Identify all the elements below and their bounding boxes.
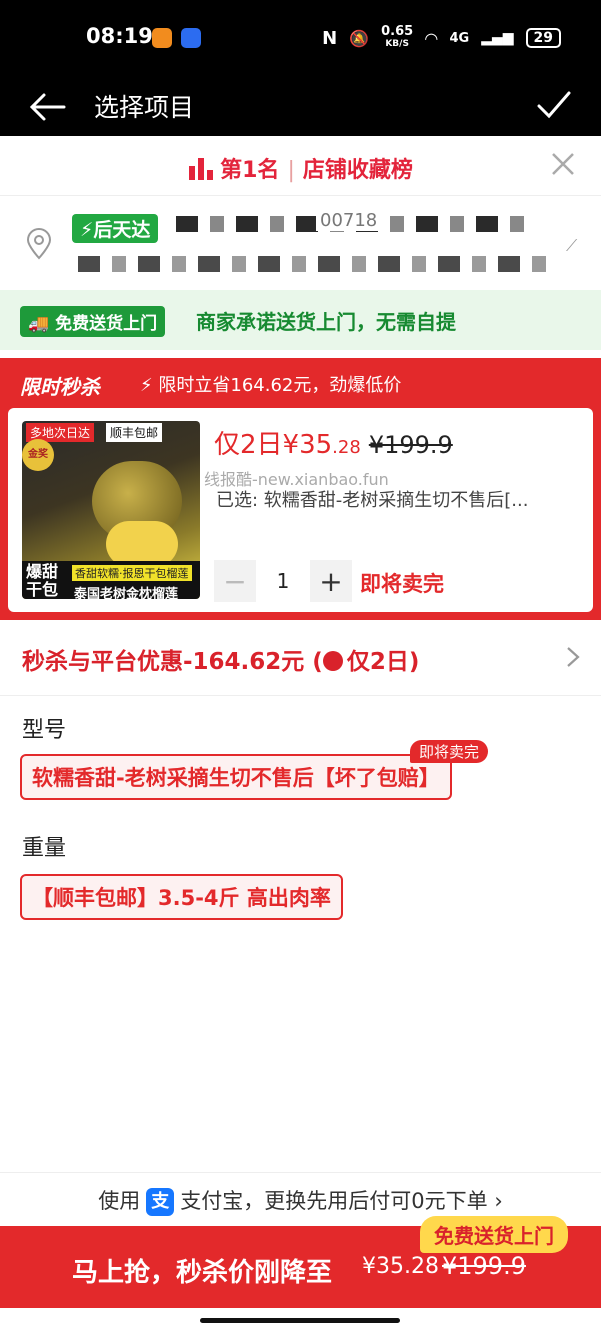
free-delivery-bar: 🚚 免费送货上门 商家承诺送货上门，无需自提 (0, 290, 601, 350)
product-card: 多地次日达 顺丰包邮 金奖 爆甜干包 香甜软糯·报恩干包榴莲 泰国老树金枕榴莲 … (8, 408, 593, 612)
mute-icon: 🔕 (349, 28, 370, 48)
rank-position: 第1名 (220, 158, 280, 183)
alipay-icon: 支 (146, 1188, 175, 1216)
minus-button[interactable]: − (214, 560, 256, 602)
product-image[interactable]: 多地次日达 顺丰包邮 金奖 爆甜干包 香甜软糯·报恩干包榴莲 泰国老树金枕榴莲 (22, 421, 200, 599)
free-delivery-badge: 🚚 免费送货上门 (20, 306, 166, 337)
nfc-icon: N (322, 27, 338, 49)
system-nav-bar (0, 1308, 601, 1334)
option-soldout-badge: 即将卖完 (410, 740, 489, 763)
close-icon[interactable] (550, 151, 576, 177)
home-indicator[interactable] (200, 1318, 400, 1323)
chevron-right-icon (567, 647, 580, 667)
battery-icon: 29 (525, 28, 561, 48)
buy-label: 马上抢，秒杀价刚降至 (72, 1258, 333, 1288)
flash-sale-section: 限时秒杀 ⚡ 限时立省164.62元，劲爆低价 多地次日达 顺丰包邮 金奖 爆甜… (0, 358, 601, 620)
selected-variant: 已选: 软糯香甜-老树采摘生切不售后[... (216, 490, 529, 511)
free-delivery-chip: 免费送货上门 (420, 1216, 568, 1253)
quantity-stepper: − 1 + (214, 560, 352, 602)
discount-row[interactable]: 秒杀与平台优惠-164.62元 (仅2日) (0, 620, 601, 696)
network-speed: 0.65 KB/S (381, 24, 414, 49)
buy-original-price: ¥199.9 (442, 1252, 526, 1280)
location-pin-icon (26, 228, 52, 260)
rank-banner[interactable]: 第1名 | 店铺收藏榜 (0, 146, 601, 190)
baidu-notification-icon (181, 28, 201, 48)
original-price: ¥199.9 (368, 431, 453, 459)
buy-now-button[interactable]: 免费送货上门 马上抢，秒杀价刚降至 ¥35.28 ¥199.9 (0, 1216, 601, 1308)
arrow-left-icon[interactable] (28, 92, 66, 122)
sale-price: 仅2日¥35.28 (214, 430, 361, 460)
option-weight[interactable]: 【顺丰包邮】3.5-4斤 高出肉率 (20, 874, 343, 920)
gold-award-badge: 金奖 (22, 439, 54, 471)
ranking-icon (189, 158, 214, 180)
spec-title-weight: 重量 (22, 836, 67, 861)
app-notification-icon (152, 28, 172, 48)
option-model[interactable]: 软糯香甜-老树采摘生切不售后【坏了包赔】 (20, 754, 452, 800)
top-bar: 选择项目 (0, 80, 601, 136)
image-label-name: 泰国老树金枕榴莲 (74, 587, 179, 599)
wifi-icon: ◠ (425, 28, 438, 48)
network-type: 4G (449, 30, 470, 46)
free-delivery-text: 商家承诺送货上门，无需自提 (196, 310, 456, 334)
check-icon[interactable] (537, 90, 571, 120)
delivery-address[interactable]: ⚡后天达 00718 ⟋ (0, 195, 601, 287)
image-label-sweet: 爆甜干包 (26, 562, 59, 599)
signal-icon: ▂▄▆ (481, 30, 514, 46)
alarm-clock-icon (322, 651, 343, 671)
status-bar: 08:19 N 🔕 0.65 KB/S ◠ 4G ▂▄▆ 29 (0, 0, 601, 80)
address-edit-icon[interactable]: ⟋ (566, 236, 577, 256)
delivery-eta-badge: ⚡后天达 (72, 214, 159, 243)
quantity-value[interactable]: 1 (256, 569, 310, 593)
spec-title-model: 型号 (22, 718, 67, 743)
flash-sale-title: 限时秒杀 (20, 375, 100, 399)
status-time: 08:19 (86, 24, 153, 48)
image-label-soft: 香甜软糯·报恩干包榴莲 (72, 565, 192, 581)
buy-price: ¥35.28 (362, 1254, 439, 1279)
status-right-cluster: N 🔕 0.65 KB/S ◠ 4G ▂▄▆ 29 (322, 24, 561, 50)
price-row: 仅2日¥35.28 ¥199.9 (214, 424, 453, 461)
discount-text: 秒杀与平台优惠-164.62元 (仅2日) (22, 649, 420, 675)
payment-text: 使用支支付宝，更换先用后付可0元下单 › (0, 1185, 601, 1216)
address-fragment: 00718 (316, 210, 382, 231)
page-title: 选择项目 (94, 93, 195, 122)
image-tag-sf-shipping: 顺丰包邮 (106, 423, 163, 442)
flash-sale-subtitle: ⚡ 限时立省164.62元，劲爆低价 (140, 375, 402, 396)
rank-text: 第1名 | 店铺收藏榜 (0, 152, 601, 184)
plus-button[interactable]: + (310, 560, 352, 602)
stock-status: 即将卖完 (360, 572, 444, 596)
rank-list-name: 店铺收藏榜 (302, 158, 413, 183)
redacted-address-line-2 (78, 256, 548, 272)
